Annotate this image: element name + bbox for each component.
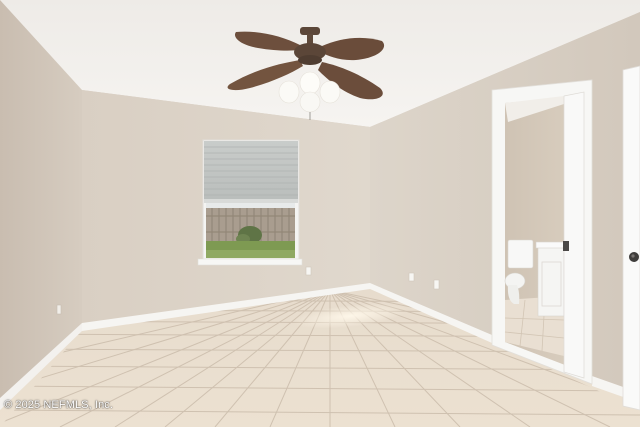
outlet [56, 304, 62, 315]
fan-light-globe [299, 91, 321, 113]
room-photo: © 2025 NEFMLS, Inc. [0, 0, 640, 427]
bathroom-door [563, 91, 585, 379]
window-blind [204, 141, 298, 203]
foreground-door [622, 65, 640, 411]
outlet [433, 279, 440, 290]
door-hinge [563, 241, 569, 251]
fan-light-globe [319, 80, 341, 104]
bathroom-vanity [535, 241, 565, 317]
bathroom-doorway [491, 79, 593, 385]
window-sill [197, 258, 303, 266]
outlet [305, 266, 312, 276]
fan-light-globe [299, 71, 321, 95]
copyright-watermark: © 2025 NEFMLS, Inc. [4, 399, 114, 411]
window [197, 139, 303, 266]
outlet [408, 272, 415, 282]
fan-light-globe [278, 80, 300, 104]
room-illustration [0, 0, 640, 427]
